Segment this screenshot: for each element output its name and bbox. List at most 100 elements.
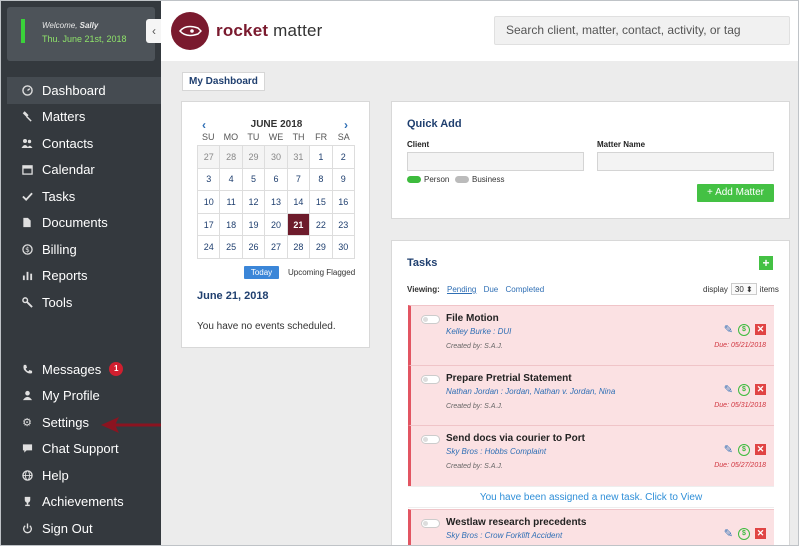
pencil-icon[interactable]: ✎ [724, 323, 733, 336]
sidebar-item-dashboard[interactable]: Dashboard [7, 77, 161, 104]
calendar-day[interactable]: 22 [310, 213, 333, 237]
calendar-day[interactable]: 9 [332, 168, 355, 192]
task-matter-link[interactable]: Sky Bros : Hobbs Complaint [446, 447, 546, 456]
calendar-day[interactable]: 2 [332, 146, 355, 169]
task-complete-toggle[interactable] [421, 519, 440, 528]
chevron-right-icon[interactable]: › [344, 118, 348, 132]
sidebar-item-my-profile[interactable]: My Profile [7, 383, 161, 410]
calendar-day[interactable]: 16 [332, 191, 355, 214]
pencil-icon[interactable]: ✎ [724, 443, 733, 456]
pencil-icon[interactable]: ✎ [724, 383, 733, 396]
calendar-day[interactable]: 28 [220, 146, 243, 169]
calendar-day[interactable]: 6 [265, 168, 288, 192]
sidebar-item-matters[interactable]: Matters [7, 104, 161, 131]
calendar-day[interactable]: 23 [332, 213, 355, 237]
calendar-day[interactable]: 1 [310, 146, 333, 169]
filter-due[interactable]: Due [484, 285, 499, 294]
task-item[interactable]: Send docs via courier to Port Sky Bros :… [408, 425, 774, 486]
dollar-icon[interactable]: $ [738, 443, 750, 456]
sidebar-item-tasks[interactable]: Tasks [7, 183, 161, 210]
sidebar-item-reports[interactable]: Reports [7, 263, 161, 290]
calendar-day[interactable]: 4 [220, 168, 243, 192]
calendar-day[interactable]: 20 [265, 213, 288, 237]
collapse-sidebar-button[interactable]: ‹ [146, 19, 162, 43]
task-item[interactable]: File Motion Kelley Burke : DUI Created b… [408, 305, 774, 366]
today-button[interactable]: Today [244, 266, 279, 279]
display-count-select[interactable]: 30 ⬍ [730, 283, 757, 295]
sidebar-item-sign-out[interactable]: Sign Out [7, 515, 161, 542]
sidebar-item-documents[interactable]: Documents [7, 210, 161, 237]
calendar-day[interactable]: 29 [242, 146, 266, 169]
close-icon[interactable]: ✕ [755, 324, 766, 335]
calendar-day[interactable]: 19 [242, 213, 266, 237]
calendar-day[interactable]: 14 [287, 191, 311, 214]
sidebar-item-label: Tasks [42, 188, 76, 204]
close-icon[interactable]: ✕ [755, 528, 766, 539]
upcoming-flagged-button[interactable]: Upcoming Flagged [288, 268, 355, 277]
calendar-day[interactable]: 30 [265, 146, 288, 169]
task-complete-toggle[interactable] [421, 375, 440, 384]
calendar-day[interactable]: 30 [332, 236, 355, 259]
calendar-day[interactable]: 7 [287, 168, 311, 192]
calendar-day[interactable]: 31 [287, 146, 311, 169]
calendar-day[interactable]: 27 [265, 236, 288, 259]
close-icon[interactable]: ✕ [755, 384, 766, 395]
task-matter-link[interactable]: Sky Bros : Crow Forklift Accident [446, 531, 562, 540]
calendar-day[interactable]: 13 [265, 191, 288, 214]
dollar-icon[interactable]: $ [738, 527, 750, 540]
sidebar-item-achievements[interactable]: Achievements [7, 489, 161, 516]
close-icon[interactable]: ✕ [755, 444, 766, 455]
sidebar-item-help[interactable]: Help [7, 462, 161, 489]
assigned-task-notice[interactable]: You have been assigned a new task. Click… [408, 486, 774, 508]
task-matter-link[interactable]: Kelley Burke : DUI [446, 327, 511, 336]
brand-matter: matter [268, 21, 323, 40]
client-input[interactable] [407, 152, 584, 171]
calendar-day[interactable]: 12 [242, 191, 266, 214]
add-task-button[interactable]: + [759, 256, 773, 270]
calendar-day[interactable]: 8 [310, 168, 333, 192]
calendar-day[interactable]: 25 [220, 236, 243, 259]
search-input[interactable]: Search client, matter, contact, activity… [494, 16, 790, 45]
task-item[interactable]: Prepare Pretrial Statement Nathan Jordan… [408, 365, 774, 426]
task-due-date: Due: 05/21/2018 [714, 342, 766, 349]
sidebar-item-contacts[interactable]: Contacts [7, 130, 161, 157]
add-matter-button[interactable]: + Add Matter [697, 184, 774, 202]
task-complete-toggle[interactable] [421, 435, 440, 444]
pencil-icon[interactable]: ✎ [724, 527, 733, 540]
matter-name-label: Matter Name [597, 140, 646, 149]
calendar-day[interactable]: 18 [220, 213, 243, 237]
calendar-day[interactable]: 3 [198, 168, 221, 192]
calendar-day[interactable]: 27 [198, 146, 221, 169]
filter-completed[interactable]: Completed [506, 285, 545, 294]
items-label: items [759, 284, 779, 294]
sidebar-item-billing[interactable]: $ Billing [7, 236, 161, 263]
task-item[interactable]: Westlaw research precedents Sky Bros : C… [408, 509, 774, 545]
tab-my-dashboard[interactable]: My Dashboard [182, 72, 265, 91]
calendar-day[interactable]: 15 [310, 191, 333, 214]
task-complete-toggle[interactable] [421, 315, 440, 324]
business-toggle[interactable] [455, 176, 469, 183]
matter-name-input[interactable] [597, 152, 774, 171]
sidebar-item-label: Achievements [42, 494, 124, 510]
calendar-day-today[interactable]: 21 [287, 213, 311, 237]
calendar-day[interactable]: 10 [198, 191, 221, 214]
sidebar-item-messages[interactable]: Messages 1 [7, 356, 161, 383]
calendar-day[interactable]: 17 [198, 213, 221, 237]
person-toggle[interactable] [407, 176, 421, 183]
dollar-icon[interactable]: $ [738, 323, 750, 336]
task-matter-link[interactable]: Nathan Jordan : Jordan, Nathan v. Jordan… [446, 387, 615, 396]
calendar-day[interactable]: 28 [287, 236, 311, 259]
sidebar-item-chat-support[interactable]: Chat Support [7, 436, 161, 463]
weekday-label: FR [315, 132, 328, 142]
calendar-day[interactable]: 29 [310, 236, 333, 259]
calendar-day[interactable]: 11 [220, 191, 243, 214]
sidebar-item-calendar[interactable]: Calendar [7, 157, 161, 184]
wrench-icon [21, 296, 33, 308]
calendar-day[interactable]: 24 [198, 236, 221, 259]
sidebar-item-label: Sign Out [42, 520, 93, 536]
sidebar-item-tools[interactable]: Tools [7, 289, 161, 316]
filter-pending[interactable]: Pending [447, 285, 476, 294]
calendar-day[interactable]: 5 [242, 168, 266, 192]
dollar-icon[interactable]: $ [738, 383, 750, 396]
calendar-day[interactable]: 26 [242, 236, 266, 259]
